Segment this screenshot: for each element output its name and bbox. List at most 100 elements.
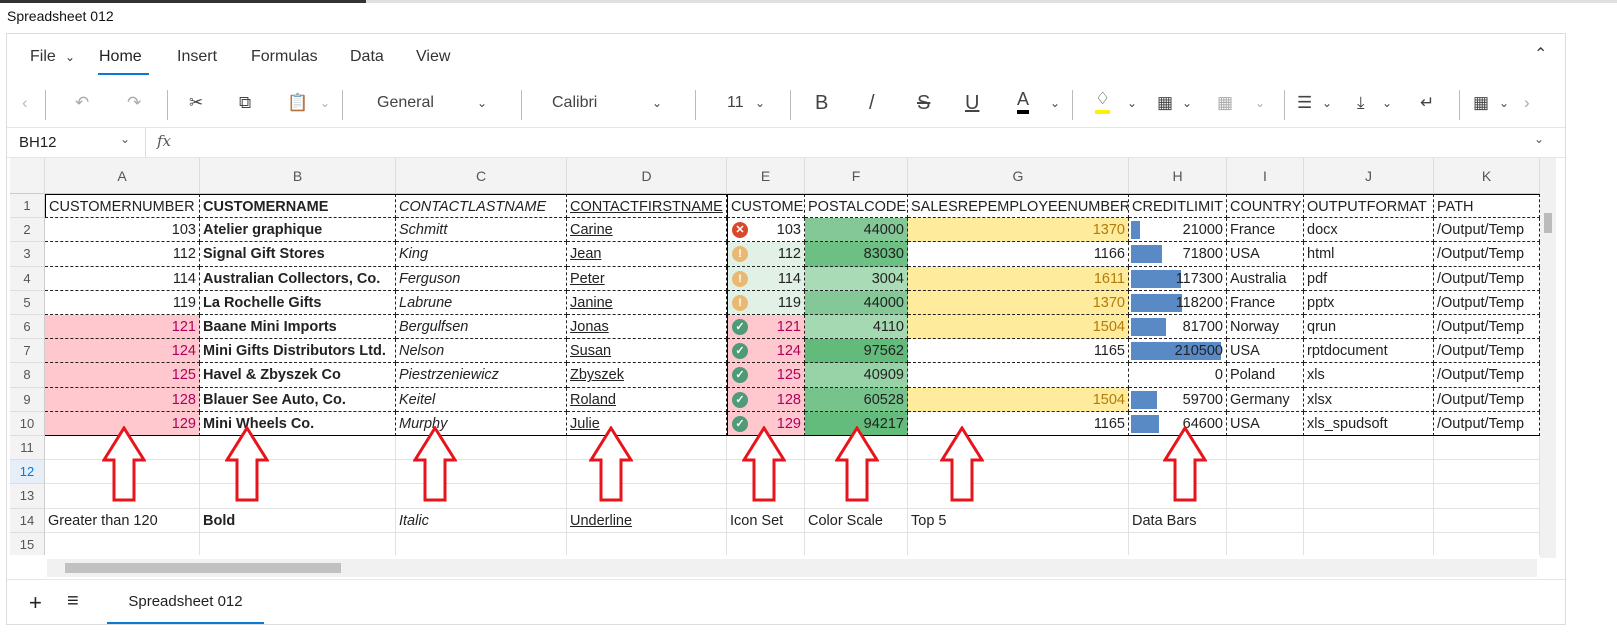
cell-C5[interactable]: Labrune: [396, 290, 567, 315]
cell-G6[interactable]: 1504: [908, 315, 1129, 340]
cell-C3[interactable]: King: [396, 242, 567, 267]
column-header-H[interactable]: H: [1129, 158, 1227, 194]
cell-A3[interactable]: 112: [45, 242, 200, 267]
cell-A6[interactable]: 121: [45, 315, 200, 340]
chevron-down-icon[interactable]: ⌄: [755, 88, 765, 118]
font-color-button[interactable]: A: [1017, 88, 1030, 114]
cell-K3[interactable]: /Output/Temp: [1434, 242, 1540, 267]
cell-G15[interactable]: [908, 532, 1129, 555]
column-header-D[interactable]: D: [567, 158, 727, 194]
cell-D15[interactable]: [567, 532, 727, 555]
cell-A14[interactable]: Greater than 120: [45, 508, 200, 533]
cell-G4[interactable]: 1611: [908, 266, 1129, 291]
tab-formulas[interactable]: Formulas: [251, 48, 318, 66]
wrap-text-icon[interactable]: ↵: [1420, 88, 1434, 118]
sheet-tab-active[interactable]: Spreadsheet 012: [107, 580, 264, 624]
borders-icon[interactable]: ▦: [1157, 88, 1173, 118]
cell-I4[interactable]: Australia: [1227, 266, 1304, 291]
number-format-dropdown[interactable]: General: [377, 88, 434, 118]
cell-E9[interactable]: ✓ 128: [727, 387, 805, 412]
cell-A5[interactable]: 119: [45, 290, 200, 315]
cell-J4[interactable]: pdf: [1304, 266, 1434, 291]
tab-home[interactable]: Home: [99, 48, 142, 66]
cell-K8[interactable]: /Output/Temp: [1434, 363, 1540, 388]
cell-E3[interactable]: ! 112: [727, 242, 805, 267]
cell-B9[interactable]: Blauer See Auto, Co.: [200, 387, 396, 412]
sheet-list-button[interactable]: ≡: [67, 590, 79, 613]
cell-J13[interactable]: [1304, 484, 1434, 509]
cell-J5[interactable]: pptx: [1304, 290, 1434, 315]
row-header-7[interactable]: 7: [10, 339, 45, 364]
cell-G7[interactable]: 1165: [908, 339, 1129, 364]
paste-icon[interactable]: 📋: [287, 88, 308, 118]
column-header-G[interactable]: G: [908, 158, 1129, 194]
cell-J1[interactable]: OUTPUTFORMAT: [1304, 194, 1434, 219]
cell-E8[interactable]: ✓ 125: [727, 363, 805, 388]
cell-F6[interactable]: 4110: [805, 315, 908, 340]
cell-D7[interactable]: Susan: [567, 339, 727, 364]
row-header-12[interactable]: 12: [10, 460, 45, 485]
name-box[interactable]: BH12: [19, 134, 57, 151]
cell-G9[interactable]: 1504: [908, 387, 1129, 412]
column-header-I[interactable]: I: [1227, 158, 1304, 194]
row-header-11[interactable]: 11: [10, 436, 45, 461]
chevron-down-icon[interactable]: ⌄: [1050, 88, 1060, 118]
column-header-A[interactable]: A: [45, 158, 200, 194]
cell-K1[interactable]: PATH: [1434, 194, 1540, 219]
add-sheet-button[interactable]: +: [29, 590, 42, 616]
cell-K2[interactable]: /Output/Temp: [1434, 218, 1540, 243]
row-header-15[interactable]: 15: [10, 532, 45, 555]
cell-J8[interactable]: xls: [1304, 363, 1434, 388]
formula-input[interactable]: [192, 134, 1522, 152]
cell-E15[interactable]: [727, 532, 805, 555]
cell-F4[interactable]: 3004: [805, 266, 908, 291]
cell-F5[interactable]: 44000: [805, 290, 908, 315]
font-size-dropdown[interactable]: 11: [727, 88, 744, 118]
cell-K11[interactable]: [1434, 436, 1540, 461]
row-header-14[interactable]: 14: [10, 508, 45, 533]
row-header-3[interactable]: 3: [10, 242, 45, 267]
cell-H3[interactable]: 71800: [1129, 242, 1227, 267]
cell-K13[interactable]: [1434, 484, 1540, 509]
cut-icon[interactable]: ✂: [189, 88, 203, 118]
chevron-down-icon[interactable]: ⌄: [65, 50, 75, 64]
cell-F7[interactable]: 97562: [805, 339, 908, 364]
cell-K9[interactable]: /Output/Temp: [1434, 387, 1540, 412]
cell-K6[interactable]: /Output/Temp: [1434, 315, 1540, 340]
row-header-1[interactable]: 1: [10, 194, 45, 219]
menu-file[interactable]: File: [30, 48, 56, 66]
cell-J6[interactable]: qrun: [1304, 315, 1434, 340]
cell-H9[interactable]: 59700: [1129, 387, 1227, 412]
row-header-9[interactable]: 9: [10, 387, 45, 412]
chevron-down-icon[interactable]: ⌄: [1499, 88, 1509, 118]
cell-D2[interactable]: Carine: [567, 218, 727, 243]
cell-A4[interactable]: 114: [45, 266, 200, 291]
font-family-dropdown[interactable]: Calibri: [552, 88, 597, 118]
cell-C15[interactable]: [396, 532, 567, 555]
chevron-down-icon[interactable]: ⌄: [1382, 88, 1392, 118]
chevron-down-icon[interactable]: ⌄: [1255, 88, 1265, 118]
scroll-left-icon[interactable]: ‹: [22, 88, 28, 118]
cell-B3[interactable]: Signal Gift Stores: [200, 242, 396, 267]
cell-A8[interactable]: 125: [45, 363, 200, 388]
cell-K14[interactable]: [1434, 508, 1540, 533]
cell-H7[interactable]: 210500: [1129, 339, 1227, 364]
cell-C9[interactable]: Keitel: [396, 387, 567, 412]
cell-D8[interactable]: Zbyszek: [567, 363, 727, 388]
cell-A7[interactable]: 124: [45, 339, 200, 364]
cell-K4[interactable]: /Output/Temp: [1434, 266, 1540, 291]
cell-J2[interactable]: docx: [1304, 218, 1434, 243]
row-header-13[interactable]: 13: [10, 484, 45, 509]
merge-cells-icon[interactable]: ▦: [1217, 88, 1233, 118]
italic-button[interactable]: /: [869, 88, 875, 118]
cell-I3[interactable]: USA: [1227, 242, 1304, 267]
cell-K7[interactable]: /Output/Temp: [1434, 339, 1540, 364]
column-header-E[interactable]: E: [727, 158, 805, 194]
horizontal-scrollbar[interactable]: [47, 559, 1537, 577]
cell-J9[interactable]: xlsx: [1304, 387, 1434, 412]
cell-E6[interactable]: ✓ 121: [727, 315, 805, 340]
column-header-B[interactable]: B: [200, 158, 396, 194]
cell-I8[interactable]: Poland: [1227, 363, 1304, 388]
align-icon[interactable]: ☰: [1297, 88, 1312, 118]
cell-E14[interactable]: Icon Set: [727, 508, 805, 533]
